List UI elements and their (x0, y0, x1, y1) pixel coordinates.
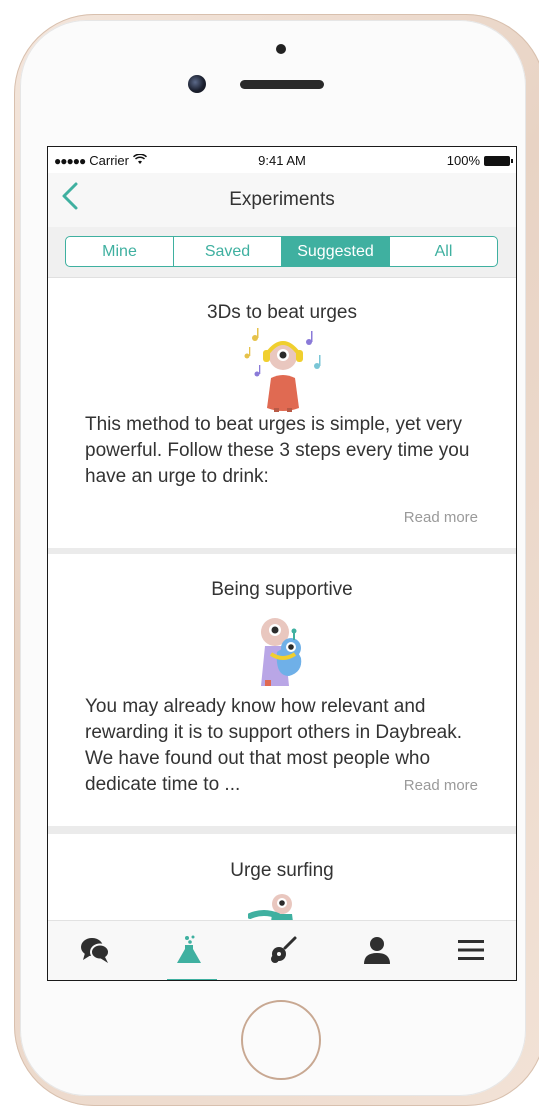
experiment-card[interactable]: Urge surfing (48, 834, 516, 920)
experiment-card[interactable]: Being supportive You may already know ho… (48, 554, 516, 826)
segment-suggested[interactable]: Suggested (282, 237, 390, 266)
app-screen: ●●●●● Carrier 9:41 AM 100% Experiments M… (47, 146, 517, 981)
active-tab-indicator (167, 979, 217, 980)
flask-icon (175, 935, 203, 970)
status-bar: ●●●●● Carrier 9:41 AM 100% (48, 147, 516, 173)
filter-bar: Mine Saved Suggested All (48, 227, 516, 278)
person-icon (362, 935, 392, 970)
proximity-sensor (276, 44, 286, 54)
headphones-character-illustration (241, 328, 325, 417)
card-title: Urge surfing (230, 860, 334, 881)
segment-saved[interactable]: Saved (174, 237, 282, 266)
tab-profile[interactable] (330, 921, 424, 980)
battery-percent: 100% (446, 153, 480, 168)
hugging-characters-illustration (249, 610, 315, 695)
experiments-feed[interactable]: 3Ds to beat urges This method to beat ur… (48, 278, 516, 920)
segment-all[interactable]: All (390, 237, 497, 266)
read-more-link[interactable]: Read more (404, 509, 478, 526)
status-right: 100% (446, 153, 513, 168)
earpiece-speaker (240, 80, 324, 89)
tab-bar (48, 920, 516, 980)
device-frame: ●●●●● Carrier 9:41 AM 100% Experiments M… (0, 0, 539, 1112)
front-camera (188, 75, 206, 93)
tab-chat[interactable] (48, 921, 142, 980)
card-title: Being supportive (211, 579, 353, 600)
menu-icon (457, 938, 485, 967)
segment-mine[interactable]: Mine (66, 237, 174, 266)
tab-activities[interactable] (236, 921, 330, 980)
tab-experiments[interactable] (142, 921, 236, 980)
card-title: 3Ds to beat urges (207, 302, 357, 323)
page-title: Experiments (229, 189, 335, 210)
surfing-character-illustration (247, 890, 298, 920)
tab-menu[interactable] (424, 921, 516, 980)
experiment-card[interactable]: 3Ds to beat urges This method to beat ur… (48, 278, 516, 548)
guitar-icon (268, 935, 298, 970)
read-more-link[interactable]: Read more (404, 777, 478, 794)
chat-bubbles-icon (80, 936, 110, 969)
home-button[interactable] (241, 1000, 321, 1080)
segmented-control: Mine Saved Suggested All (65, 236, 498, 267)
navigation-bar: Experiments (48, 173, 516, 227)
battery-icon (484, 155, 513, 166)
card-description: This method to beat urges is simple, yet… (85, 414, 470, 487)
